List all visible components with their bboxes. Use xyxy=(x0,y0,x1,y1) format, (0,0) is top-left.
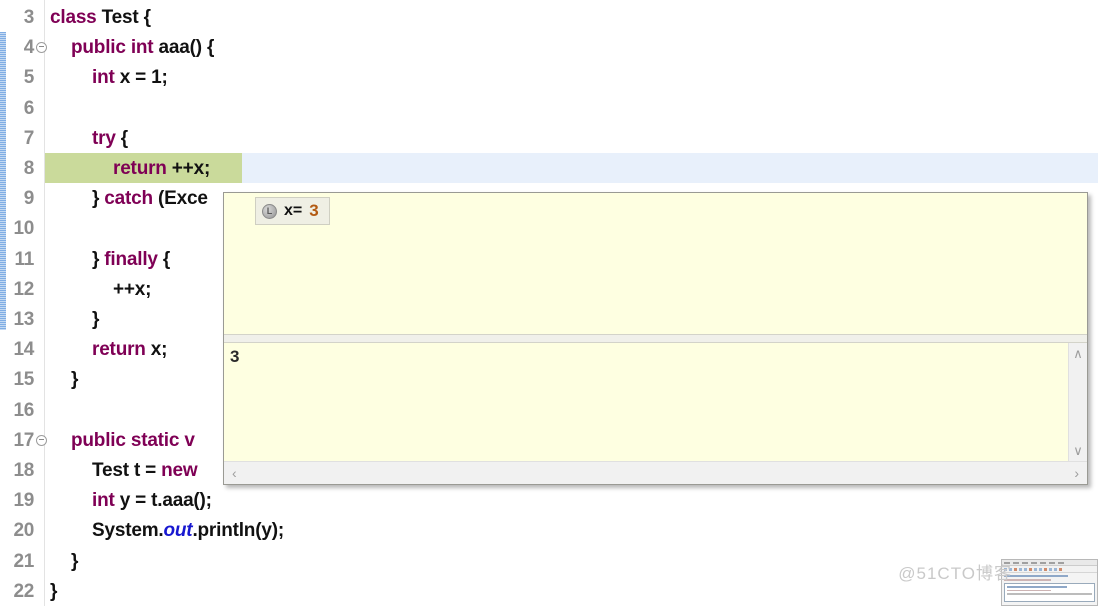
code-text[interactable]: int x = 1; xyxy=(46,67,1098,89)
code-token: x = 1; xyxy=(119,67,168,89)
code-text[interactable]: public int aaa() { xyxy=(46,37,1098,59)
code-line-19[interactable]: 19 int y = t.aaa(); xyxy=(0,486,1098,516)
line-number: 7 xyxy=(23,127,35,149)
variables-tree[interactable]: L x= 3 xyxy=(224,193,1087,334)
line-number: 17 xyxy=(13,429,34,451)
code-token: Test { xyxy=(101,7,151,29)
detail-pane-wrapper: 3 ∧ ∨ xyxy=(224,343,1087,461)
code-line-5[interactable]: 5 int x = 1; xyxy=(0,63,1098,93)
code-token: { xyxy=(162,248,171,270)
line-number: 22 xyxy=(13,580,34,602)
code-token: y = t.aaa(); xyxy=(119,490,212,512)
line-number: 8 xyxy=(23,158,35,180)
line-number: 15 xyxy=(13,369,34,391)
thumbnail-preview xyxy=(1001,559,1098,606)
line-number: 21 xyxy=(13,550,34,572)
code-token: finally xyxy=(104,248,163,270)
code-token: } xyxy=(71,550,79,572)
code-text[interactable]: } xyxy=(46,581,1098,603)
code-token: try xyxy=(92,127,121,149)
watermark: @51CTO博客 xyxy=(898,564,1012,583)
code-token: .println(y); xyxy=(192,520,284,542)
code-token: ++x; xyxy=(171,158,211,180)
code-token: } xyxy=(92,248,105,270)
fold-collapse-icon[interactable] xyxy=(36,434,47,449)
code-token: aaa() { xyxy=(158,37,215,59)
line-number: 4 xyxy=(23,37,35,59)
code-text[interactable]: class Test { xyxy=(46,7,1098,29)
detail-pane[interactable]: 3 xyxy=(224,343,1068,461)
line-number: 11 xyxy=(14,248,35,270)
local-variable-icon: L xyxy=(262,203,277,219)
popup-sash[interactable] xyxy=(224,334,1087,343)
code-token: out xyxy=(163,520,193,542)
line-number: 19 xyxy=(13,490,34,512)
variable-name: x= xyxy=(284,202,303,219)
scroll-down-icon[interactable]: ∨ xyxy=(1073,444,1083,457)
code-line-8[interactable]: 8 return ++x; xyxy=(0,154,1098,184)
line-number: 5 xyxy=(23,67,35,89)
code-token: int xyxy=(92,67,120,89)
line-number: 3 xyxy=(23,7,35,29)
line-number: 13 xyxy=(13,309,34,331)
line-number: 16 xyxy=(13,399,34,421)
code-token: public int xyxy=(71,37,159,59)
code-token: (Exce xyxy=(158,188,208,210)
line-number: 6 xyxy=(23,97,35,119)
code-token: public static v xyxy=(71,429,195,451)
code-token: } xyxy=(92,309,100,331)
code-token: catch xyxy=(104,188,158,210)
variable-row[interactable]: L x= 3 xyxy=(255,197,330,225)
code-token: int xyxy=(92,490,120,512)
code-line-4[interactable]: 4 public int aaa() { xyxy=(0,33,1098,63)
code-token: } xyxy=(92,188,105,210)
code-token: Test xyxy=(92,460,134,482)
code-token: System. xyxy=(92,520,164,542)
fold-collapse-icon[interactable] xyxy=(36,42,47,56)
thumbnail-toolbar xyxy=(1002,566,1097,573)
line-number: 10 xyxy=(13,218,34,240)
code-line-7[interactable]: 7 try { xyxy=(0,124,1098,154)
thumbnail-body xyxy=(1002,573,1097,604)
code-text[interactable]: System.out.println(y); xyxy=(46,520,1098,542)
thumbnail-editor-pane xyxy=(1004,583,1095,602)
code-token: class xyxy=(50,7,102,29)
code-token: ++x; xyxy=(113,278,152,300)
vertical-scrollbar[interactable]: ∧ ∨ xyxy=(1068,343,1087,461)
code-text[interactable]: int y = t.aaa(); xyxy=(46,490,1098,512)
scroll-left-icon[interactable]: ‹ xyxy=(232,466,237,480)
code-token: } xyxy=(71,369,79,391)
code-token: return xyxy=(113,158,172,180)
code-text[interactable]: try { xyxy=(46,128,1098,150)
code-text[interactable]: return ++x; xyxy=(46,158,1098,180)
code-line-6[interactable]: 6 xyxy=(0,94,1098,124)
line-number: 14 xyxy=(13,339,34,361)
line-number: 20 xyxy=(13,520,34,542)
scroll-up-icon[interactable]: ∧ xyxy=(1073,347,1083,360)
code-token: t = xyxy=(133,460,162,482)
code-line-3[interactable]: 3 class Test { xyxy=(0,3,1098,33)
code-token: new xyxy=(161,460,203,482)
code-line-20[interactable]: 20 System.out.println(y); xyxy=(0,516,1098,546)
line-number: 12 xyxy=(13,278,34,300)
variable-value: 3 xyxy=(309,201,319,220)
code-token: return xyxy=(92,339,151,361)
code-token: { xyxy=(120,127,128,149)
line-number: 18 xyxy=(13,460,34,482)
code-token: } xyxy=(50,580,58,602)
horizontal-scrollbar[interactable]: ‹ › xyxy=(224,461,1087,484)
code-token: x; xyxy=(150,339,168,361)
line-number: 9 xyxy=(23,188,35,210)
detail-value: 3 xyxy=(230,347,240,366)
scroll-right-icon[interactable]: › xyxy=(1074,466,1079,480)
debug-hover-popup[interactable]: L x= 3 3 ∧ ∨ ‹ › xyxy=(223,192,1088,485)
